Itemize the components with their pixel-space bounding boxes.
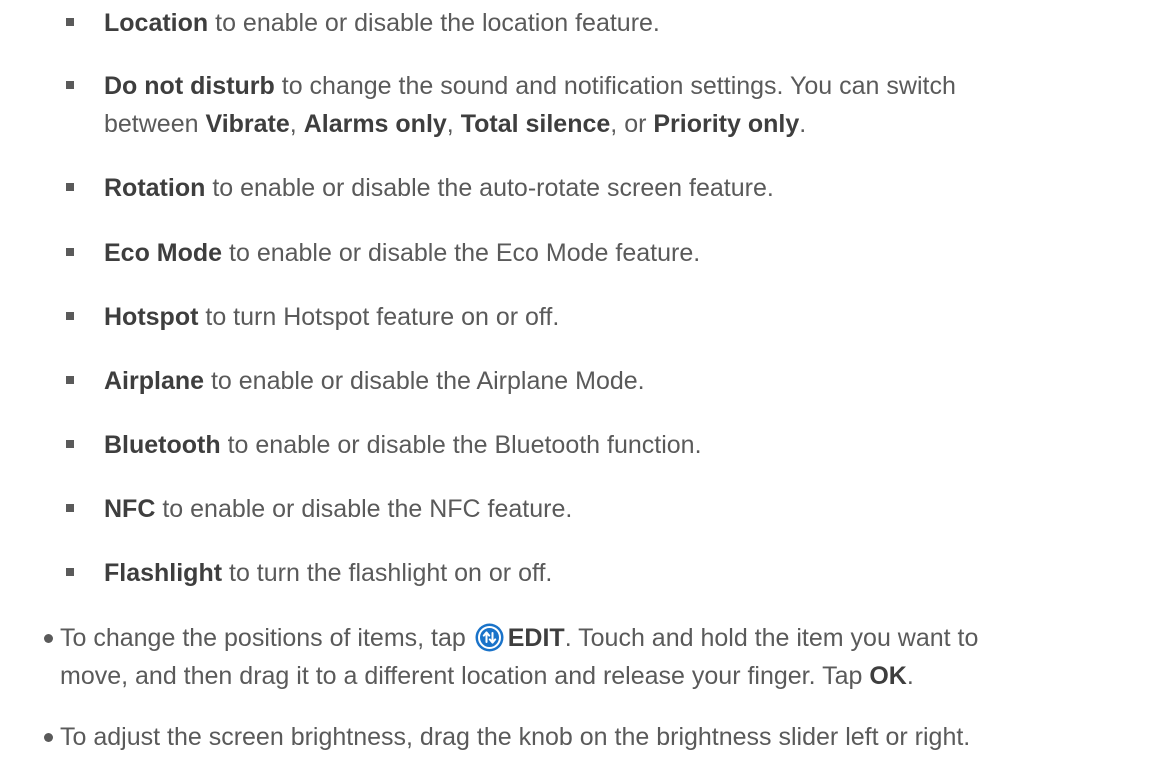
desc-nfc: to enable or disable the NFC feature. [155, 495, 573, 523]
ok-label: OK [869, 662, 907, 690]
text: between [104, 110, 206, 138]
text: To change the positions of items, tap [60, 624, 473, 652]
term-bluetooth: Bluetooth [104, 431, 221, 459]
square-bullet [66, 18, 74, 26]
desc-hotspot: to turn Hotspot feature on or off. [198, 303, 560, 331]
list-item-bluetooth: Bluetooth to enable or disable the Bluet… [66, 426, 1124, 464]
square-bullet [66, 81, 74, 89]
text: . [906, 662, 914, 690]
round-bullet [44, 733, 53, 742]
desc-bluetooth: to enable or disable the Bluetooth funct… [220, 431, 702, 459]
list-item-nfc: NFC to enable or disable the NFC feature… [66, 490, 1124, 528]
list-item-location: Location to enable or disable the locati… [66, 4, 1124, 42]
square-bullet [66, 440, 74, 448]
option-priority-only: Priority only [653, 110, 800, 138]
text: move, and then drag it to a different lo… [60, 662, 870, 690]
list-item-eco-mode: Eco Mode to enable or disable the Eco Mo… [66, 234, 1124, 272]
list-item-hotspot: Hotspot to turn Hotspot feature on or of… [66, 298, 1124, 336]
text: . [799, 110, 807, 138]
desc-do-not-disturb: to change the sound and notification set… [274, 72, 956, 100]
term-airplane: Airplane [104, 367, 205, 395]
desc-location: to enable or disable the location featur… [208, 9, 660, 37]
square-bullet [66, 312, 74, 320]
desc-rotation: to enable or disable the auto-rotate scr… [205, 174, 774, 202]
text: . Touch and hold the item you want to [564, 624, 979, 652]
term-hotspot: Hotspot [104, 303, 199, 331]
text: , or [610, 110, 654, 138]
list-item-brightness: To adjust the screen brightness, drag th… [44, 718, 1140, 756]
round-bullet [44, 634, 53, 643]
desc-eco-mode: to enable or disable the Eco Mode featur… [222, 239, 701, 267]
term-location: Location [104, 9, 209, 37]
list-item-edit-positions: To change the positions of items, tap ED… [44, 619, 1140, 695]
option-alarms-only: Alarms only [303, 110, 447, 138]
term-rotation: Rotation [104, 174, 206, 202]
text: , [289, 110, 304, 138]
desc-airplane: to enable or disable the Airplane Mode. [204, 367, 645, 395]
text: To adjust the screen brightness, drag th… [60, 723, 971, 751]
square-bullet [66, 504, 74, 512]
term-do-not-disturb: Do not disturb [104, 72, 275, 100]
option-total-silence: Total silence [460, 110, 611, 138]
term-nfc: NFC [104, 495, 156, 523]
list-item-airplane: Airplane to enable or disable the Airpla… [66, 362, 1124, 400]
desc-flashlight: to turn the flashlight on or off. [222, 559, 553, 587]
text: , [446, 110, 461, 138]
square-bullet [66, 568, 74, 576]
list-item-rotation: Rotation to enable or disable the auto-r… [66, 169, 1124, 207]
edit-label: EDIT [507, 624, 565, 652]
list-item-do-not-disturb: Do not disturb to change the sound and n… [66, 67, 1124, 143]
edit-arrows-icon [475, 623, 504, 652]
term-eco-mode: Eco Mode [104, 239, 223, 267]
square-bullet [66, 376, 74, 384]
option-vibrate: Vibrate [205, 110, 290, 138]
square-bullet [66, 183, 74, 191]
term-flashlight: Flashlight [104, 559, 223, 587]
list-item-flashlight: Flashlight to turn the flashlight on or … [66, 554, 1124, 592]
square-bullet [66, 248, 74, 256]
